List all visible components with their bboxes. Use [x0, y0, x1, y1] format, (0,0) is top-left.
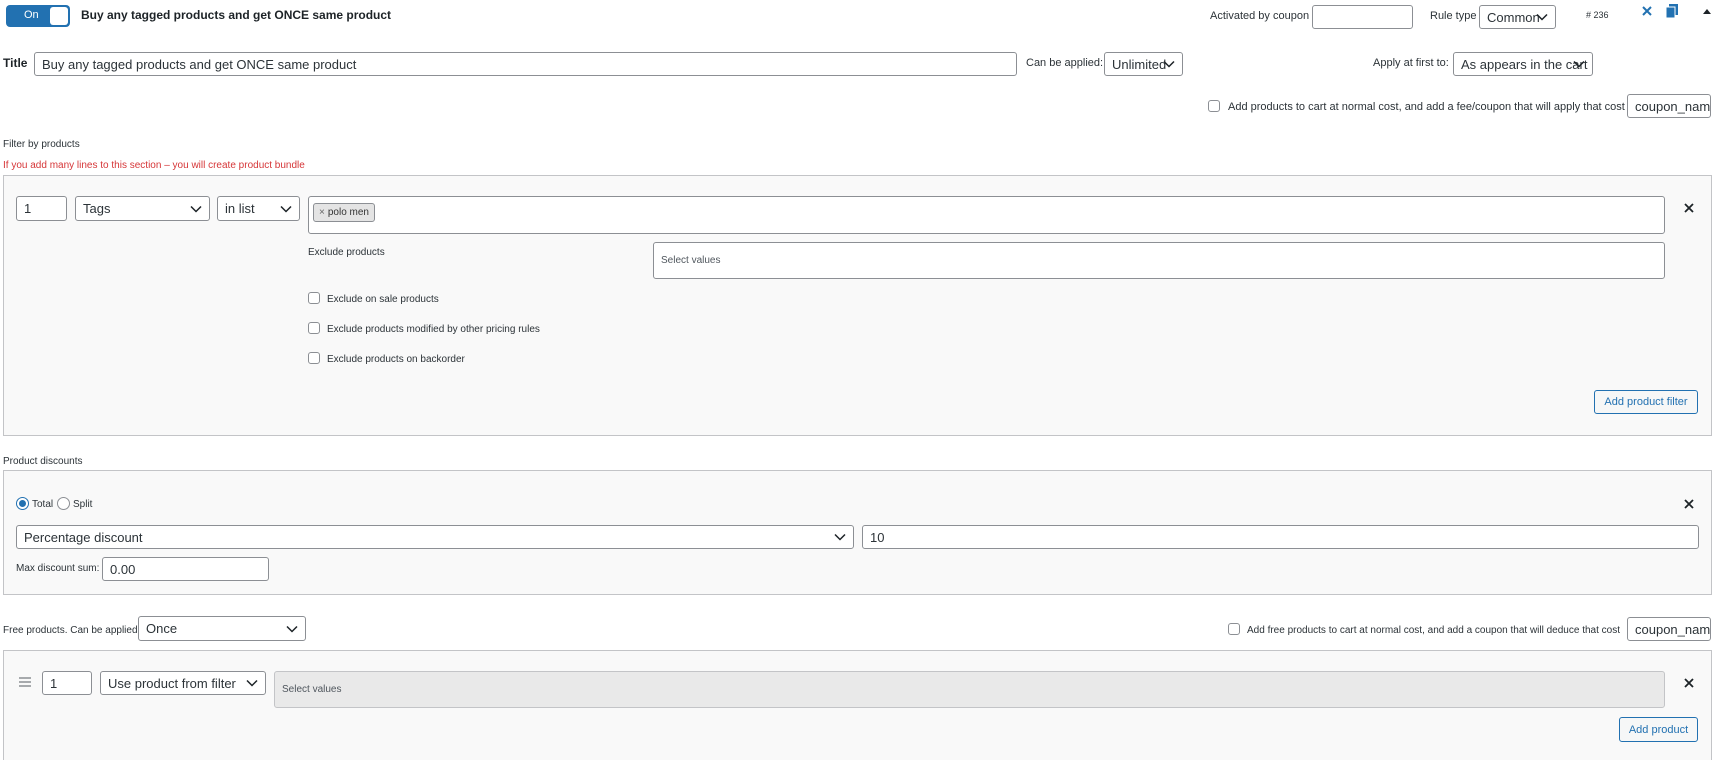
can-be-applied-label: Can be applied:: [1026, 57, 1104, 69]
add-product-button[interactable]: Add product: [1619, 717, 1698, 742]
remove-discount-icon[interactable]: [1683, 498, 1695, 510]
discount-amount-input[interactable]: 10: [862, 525, 1699, 549]
free-applied-value: Once: [146, 621, 178, 636]
free-cost-coupon-label: Add free products to cart at normal cost…: [1247, 625, 1620, 636]
exclude-backorder-label: Exclude products on backorder: [327, 354, 465, 365]
can-be-applied-value: Unlimited: [1112, 56, 1167, 72]
filter-type-select[interactable]: Tags: [75, 196, 210, 221]
filter-values-multiselect[interactable]: [308, 196, 1665, 234]
split-label: Split: [73, 499, 93, 510]
title-label: Title: [3, 56, 28, 70]
chevron-down-icon: [1536, 13, 1548, 21]
close-icon[interactable]: [1641, 5, 1653, 17]
collapse-up-icon[interactable]: [1702, 6, 1712, 14]
rule-type-select[interactable]: Common: [1479, 5, 1556, 29]
chevron-down-icon: [246, 679, 258, 687]
exclude-products-placeholder: Select values: [661, 255, 721, 266]
exclude-modified-checkbox[interactable]: [308, 322, 320, 334]
free-applied-select[interactable]: Once: [138, 616, 306, 641]
apply-first-label: Apply at first to:: [1373, 57, 1449, 69]
apply-first-select[interactable]: As appears in the cart: [1453, 52, 1593, 76]
add-fee-coupon-label: Add products to cart at normal cost, and…: [1228, 101, 1625, 113]
filter-section-label: Filter by products: [3, 139, 80, 150]
split-radio[interactable]: [57, 497, 70, 510]
free-values-select[interactable]: Select values: [274, 671, 1665, 708]
filter-method-value: in list: [225, 201, 255, 216]
exclude-modified-label: Exclude products modified by other prici…: [327, 324, 540, 335]
free-source-select[interactable]: Use product from filter: [100, 671, 266, 695]
rule-type-label: Rule type: [1430, 10, 1477, 22]
exclude-on-sale-checkbox[interactable]: [308, 292, 320, 304]
max-discount-input[interactable]: 0.00: [102, 557, 269, 581]
tag-chip-polo-men: × polo men: [313, 203, 375, 222]
total-radio[interactable]: [16, 497, 29, 510]
drag-handle-icon[interactable]: [18, 677, 32, 687]
discounts-section-label: Product discounts: [3, 456, 83, 467]
title-input[interactable]: Buy any tagged products and get ONCE sam…: [34, 52, 1017, 76]
chevron-down-icon: [280, 205, 292, 213]
total-label: Total: [32, 499, 54, 510]
remove-free-product-icon[interactable]: [1683, 677, 1695, 689]
chevron-down-icon: [834, 533, 846, 541]
exclude-backorder-checkbox[interactable]: [308, 352, 320, 364]
add-product-filter-button[interactable]: Add product filter: [1594, 390, 1698, 414]
chevron-down-icon: [286, 625, 298, 633]
remove-tag-icon[interactable]: ×: [319, 207, 325, 218]
chevron-down-icon: [1163, 60, 1175, 68]
copy-icon[interactable]: [1665, 3, 1679, 19]
remove-filter-icon[interactable]: [1683, 202, 1695, 214]
filter-method-select[interactable]: in list: [217, 196, 300, 221]
rule-enabled-toggle[interactable]: On: [6, 5, 70, 27]
chevron-down-icon: [1573, 60, 1585, 68]
free-qty-input[interactable]: 1: [42, 671, 92, 695]
free-source-value: Use product from filter: [108, 675, 236, 691]
free-products-label: Free products. Can be applied: [3, 625, 138, 636]
add-fee-coupon-checkbox[interactable]: [1208, 100, 1220, 112]
exclude-products-select[interactable]: Select values: [653, 242, 1665, 279]
exclude-on-sale-label: Exclude on sale products: [327, 294, 439, 305]
toggle-knob: [50, 7, 68, 25]
rule-id: # 236: [1586, 10, 1609, 20]
apply-first-value: As appears in the cart: [1461, 56, 1588, 72]
activated-by-coupon-input[interactable]: [1312, 5, 1413, 29]
toggle-label: On: [24, 9, 39, 21]
fee-coupon-name-input[interactable]: coupon_name: [1627, 94, 1711, 118]
discount-type-select[interactable]: Percentage discount: [16, 525, 854, 549]
activated-by-coupon-label: Activated by coupon: [1210, 10, 1310, 22]
free-cost-coupon-checkbox[interactable]: [1228, 623, 1240, 635]
rule-title-heading: Buy any tagged products and get ONCE sam…: [81, 8, 392, 22]
exclude-products-label: Exclude products: [308, 247, 385, 258]
discount-type-value: Percentage discount: [24, 529, 143, 545]
filter-qty-input[interactable]: 1: [16, 196, 67, 221]
free-values-placeholder: Select values: [282, 684, 342, 695]
can-be-applied-select[interactable]: Unlimited: [1104, 52, 1183, 76]
filter-type-value: Tags: [83, 201, 111, 216]
tag-chip-label: polo men: [327, 207, 369, 218]
max-discount-label: Max discount sum:: [16, 563, 100, 574]
bundle-warning: If you add many lines to this section – …: [3, 160, 305, 171]
rule-type-value: Common: [1487, 9, 1540, 25]
free-coupon-name-input[interactable]: coupon_name: [1627, 617, 1711, 641]
chevron-down-icon: [190, 205, 202, 213]
